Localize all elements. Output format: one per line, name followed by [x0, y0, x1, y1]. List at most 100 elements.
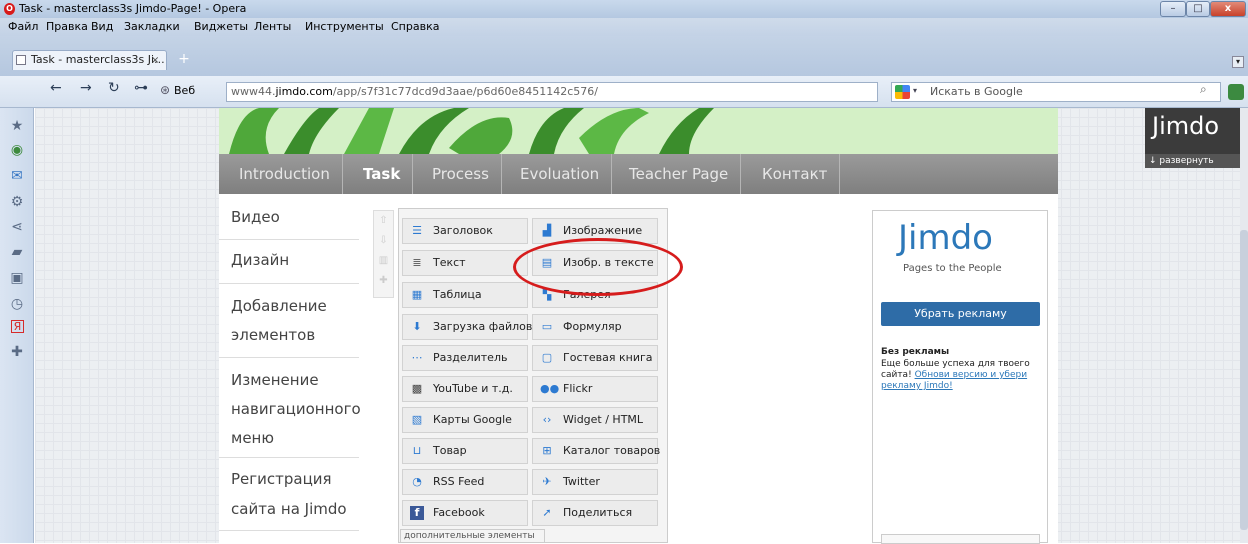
mail-icon[interactable]: ✉	[9, 168, 25, 184]
menu-edit[interactable]: Правка	[46, 20, 88, 33]
web-label[interactable]: Веб	[174, 84, 195, 97]
plus-icon[interactable]: ✚	[9, 344, 25, 360]
element-widget-button[interactable]: ‹› Widget / HTML	[532, 407, 658, 433]
jimdo-logo[interactable]: Jimdo	[1152, 112, 1219, 140]
clock-icon[interactable]: ◷	[9, 296, 25, 312]
menu-bookmarks[interactable]: Закладки	[124, 20, 180, 33]
nav-teacher-page[interactable]: Teacher Page	[617, 154, 742, 194]
element-form-button[interactable]: ▭ Формуляр	[532, 314, 658, 340]
element-heading-button[interactable]: ☰ Заголовок	[402, 218, 528, 244]
nav-process[interactable]: Process	[420, 154, 502, 194]
new-tab-button[interactable]: +	[176, 52, 192, 68]
nav-introduction[interactable]: Introduction	[227, 154, 343, 194]
divider	[219, 283, 359, 284]
tab-menu-icon[interactable]: ▾	[1232, 56, 1244, 68]
form-icon: ▭	[541, 320, 553, 333]
flickr-icon: ●●	[540, 382, 560, 395]
element-divider-button[interactable]: ⋯ Разделитель	[402, 345, 528, 371]
subnav-edit-nav-3[interactable]: меню	[231, 423, 274, 453]
download-icon[interactable]: ▣	[9, 270, 25, 286]
subnav-edit-nav-2[interactable]: навигационного	[231, 394, 361, 424]
text-icon: ≣	[412, 256, 422, 269]
opera-logo-icon: O	[4, 3, 15, 15]
highlight-ellipse	[513, 238, 683, 296]
header-art	[219, 108, 1058, 154]
menu-view[interactable]: Вид	[91, 20, 113, 33]
expand-button[interactable]: ↓ развернуть	[1145, 154, 1241, 168]
element-upload-button[interactable]: ⬇ Загрузка файлов	[402, 314, 532, 340]
panel-toggle-icon[interactable]	[1228, 84, 1244, 100]
more-elements-button[interactable]: дополнительные элементы	[400, 529, 545, 543]
back-button[interactable]: ←	[50, 80, 62, 96]
globe-icon[interactable]: ◉	[9, 142, 25, 158]
gear-icon[interactable]: ⚙	[9, 194, 25, 210]
element-controls: ⇧ ⇩ ▥ ✚	[373, 210, 394, 298]
google-icon[interactable]	[895, 85, 910, 99]
delete-icon[interactable]: ▥	[374, 251, 393, 271]
ad-logo[interactable]: Jimdo	[898, 218, 993, 258]
nav-task[interactable]: Task	[351, 154, 414, 194]
nav-evoluation[interactable]: Evoluation	[508, 154, 613, 194]
star-icon[interactable]: ★	[9, 118, 25, 134]
element-label: Каталог товаров	[563, 444, 661, 457]
element-facebook-button[interactable]: f Facebook	[402, 500, 528, 526]
upload-icon: ⬇	[412, 320, 422, 333]
divider	[219, 530, 359, 531]
menu-tools[interactable]: Инструменты	[305, 20, 384, 33]
chevron-down-icon[interactable]: ▾	[913, 86, 917, 95]
menu-help[interactable]: Справка	[391, 20, 439, 33]
close-window-button[interactable]: x	[1210, 1, 1246, 17]
ad-text: Еще больше успеха для твоего сайта! Обно…	[881, 359, 1041, 392]
subnav-video[interactable]: Видео	[231, 202, 280, 232]
move-down-icon[interactable]: ⇩	[374, 231, 393, 251]
scrollbar-thumb[interactable]	[1240, 230, 1248, 530]
element-table-button[interactable]: ▦ Таблица	[402, 282, 528, 308]
element-label: Гостевая книга	[563, 351, 653, 364]
search-icon[interactable]: ⌕	[1200, 82, 1207, 97]
share-icon: ➚	[542, 506, 552, 519]
subnav-design[interactable]: Дизайн	[231, 245, 289, 275]
key-icon[interactable]: ⊶	[134, 80, 148, 96]
subnav-register-2[interactable]: сайта на Jimdo	[231, 494, 347, 524]
subnav-add-elements-2[interactable]: элементов	[231, 320, 315, 350]
code-icon: ‹›	[542, 413, 552, 426]
menu-file[interactable]: Файл	[8, 20, 38, 33]
close-tab-icon[interactable]: ×	[151, 52, 159, 70]
element-share-button[interactable]: ➚ Поделиться	[532, 500, 658, 526]
element-rss-button[interactable]: ◔ RSS Feed	[402, 469, 528, 495]
divider	[219, 239, 359, 240]
subnav-register-1[interactable]: Регистрация	[231, 464, 332, 494]
share-icon[interactable]: ⋖	[9, 219, 25, 235]
minimize-button[interactable]: –	[1160, 1, 1186, 17]
catalog-icon: ⊞	[542, 444, 552, 457]
yandex-icon[interactable]: Я	[11, 320, 24, 333]
element-label: Формуляр	[563, 320, 622, 333]
menu-widgets[interactable]: Виджеты	[194, 20, 248, 33]
reload-button[interactable]: ↻	[108, 80, 120, 96]
element-label: Заголовок	[433, 224, 493, 237]
forward-button[interactable]: →	[80, 80, 92, 96]
move-up-icon[interactable]: ⇧	[374, 211, 393, 231]
element-flickr-button[interactable]: ●● Flickr	[532, 376, 658, 402]
add-icon[interactable]: ✚	[374, 271, 393, 291]
element-product-button[interactable]: ⊔ Товар	[402, 438, 528, 464]
guestbook-icon: ▢	[541, 351, 553, 364]
element-label: Facebook	[433, 506, 485, 519]
subnav-add-elements-1[interactable]: Добавление	[231, 291, 327, 321]
element-text-button[interactable]: ≣ Текст	[402, 250, 528, 276]
heading-icon: ☰	[412, 224, 422, 237]
element-maps-button[interactable]: ▧ Карты Google	[402, 407, 528, 433]
element-label: Twitter	[563, 475, 600, 488]
notes-icon[interactable]: ▰	[9, 244, 25, 260]
maximize-button[interactable]: □	[1186, 1, 1210, 17]
subnav-edit-nav-1[interactable]: Изменение	[231, 365, 319, 395]
menu-feeds[interactable]: Ленты	[254, 20, 291, 33]
element-twitter-button[interactable]: ✈ Twitter	[532, 469, 658, 495]
url-input[interactable]: www44.jimdo.com/app/s7f31c77dcd9d3aae/p6…	[226, 82, 878, 102]
element-guestbook-button[interactable]: ▢ Гостевая книга	[532, 345, 658, 371]
remove-ads-button[interactable]: Убрать рекламу	[881, 302, 1040, 326]
nav-contact[interactable]: Контакт	[750, 154, 841, 194]
element-catalog-button[interactable]: ⊞ Каталог товаров	[532, 438, 661, 464]
element-youtube-button[interactable]: ▩ YouTube и т.д.	[402, 376, 528, 402]
tab-task[interactable]: Task - masterclass3s Ji... ×	[12, 50, 167, 70]
